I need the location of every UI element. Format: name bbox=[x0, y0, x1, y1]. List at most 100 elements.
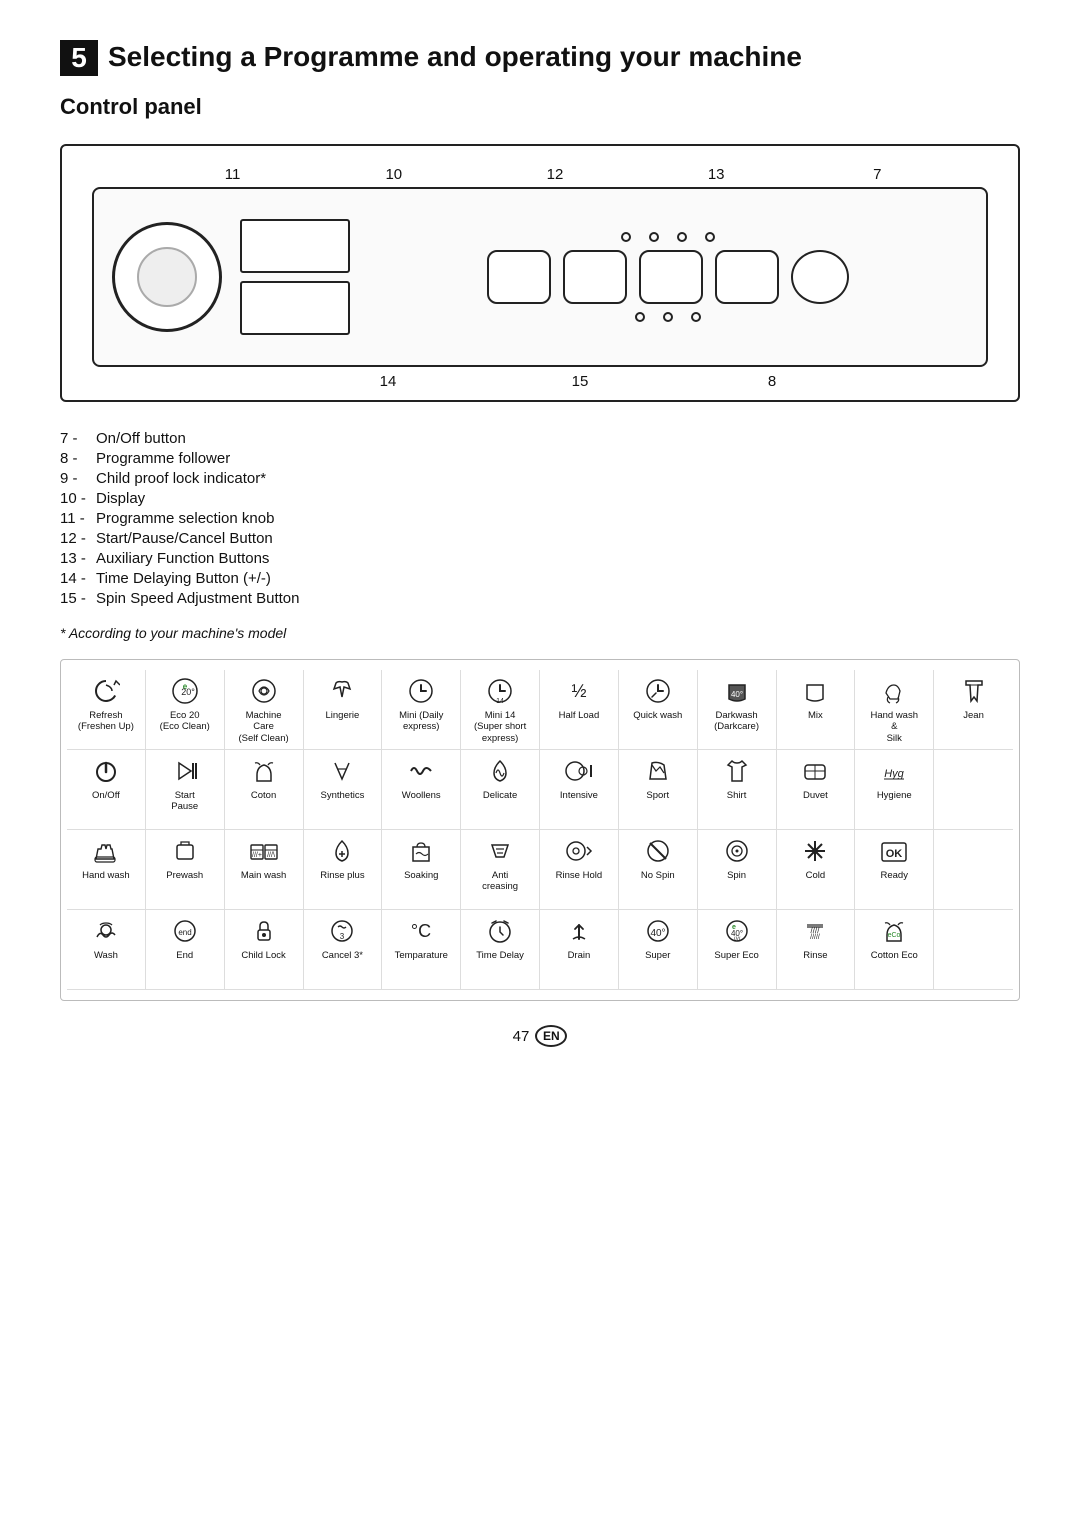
footer: 47 EN bbox=[60, 1025, 1020, 1047]
symbol-spin: Spin bbox=[698, 830, 777, 910]
control-panel-diagram: 11 10 12 13 7 bbox=[60, 144, 1020, 402]
symbol-time-delay: Time Delay bbox=[461, 910, 540, 990]
svg-text:40°: 40° bbox=[731, 690, 743, 699]
symbol-quick-wash: Quick wash bbox=[619, 670, 698, 750]
symbols-row-4: Wash end End Child Lock 3 Cancel 3* °C T… bbox=[67, 910, 1013, 990]
display-area bbox=[240, 219, 350, 335]
symbol-rinse-hold: Rinse Hold bbox=[540, 830, 619, 910]
chapter-title: Selecting a Programme and operating your… bbox=[108, 40, 802, 74]
display-top bbox=[240, 219, 350, 273]
symbols-row-2: On/Off StartPause Coton Synthetics Wooll bbox=[67, 750, 1013, 830]
symbol-anti-crease: Anticreasing bbox=[461, 830, 540, 910]
symbol-coton: Coton bbox=[225, 750, 304, 830]
button-group-right bbox=[368, 232, 968, 322]
legend-item-11: 11 -Programme selection knob bbox=[60, 510, 1020, 527]
symbol-rinse: ///////// Rinse bbox=[777, 910, 856, 990]
svg-text://///: ///// bbox=[811, 934, 821, 941]
symbol-empty-r4 bbox=[934, 910, 1013, 990]
symbol-half-load: ½ Half Load bbox=[540, 670, 619, 750]
svg-text:OK: OK bbox=[886, 848, 903, 860]
svg-text:///\: ///\ bbox=[267, 852, 275, 859]
symbol-sport: Sport bbox=[619, 750, 698, 830]
label-8: 8 bbox=[752, 373, 792, 390]
dot-row-top bbox=[621, 232, 715, 242]
symbol-machine-care: MachineCare(Self Clean) bbox=[225, 670, 304, 750]
symbol-woollens: Woollens bbox=[382, 750, 461, 830]
svg-text:////: //// bbox=[733, 937, 740, 943]
diagram-labels-top: 11 10 12 13 7 bbox=[92, 166, 988, 183]
legend-list: 7 -On/Off button 8 -Programme follower 9… bbox=[60, 430, 1020, 607]
label-10: 10 bbox=[374, 166, 414, 183]
label-13: 13 bbox=[696, 166, 736, 183]
svg-text:Hyg: Hyg bbox=[884, 768, 904, 780]
symbol-jean: Jean bbox=[934, 670, 1013, 750]
symbol-mini14: 14 Mini 14(Super shortexpress) bbox=[461, 670, 540, 750]
symbol-on-off: On/Off bbox=[67, 750, 146, 830]
note-text: * According to your machine's model bbox=[60, 625, 1020, 641]
symbol-soaking: Soaking bbox=[382, 830, 461, 910]
page-number: 47 bbox=[513, 1028, 530, 1045]
svg-text:3: 3 bbox=[340, 932, 345, 941]
symbol-empty-r3 bbox=[934, 830, 1013, 910]
symbol-temperature: °C Temparature bbox=[382, 910, 461, 990]
symbols-row-1: Refresh(Freshen Up) e20° Eco 20(Eco Clea… bbox=[67, 670, 1013, 750]
svg-text:°C: °C bbox=[411, 921, 431, 941]
dot-4 bbox=[705, 232, 715, 242]
svg-text:end: end bbox=[178, 928, 191, 937]
dot-3 bbox=[677, 232, 687, 242]
svg-text:14: 14 bbox=[496, 698, 504, 705]
symbol-empty-r2 bbox=[934, 750, 1013, 830]
on-off-button bbox=[791, 250, 849, 304]
programme-knob bbox=[112, 222, 222, 332]
knob-inner bbox=[137, 247, 197, 307]
label-14: 14 bbox=[368, 373, 408, 390]
symbol-child-lock: Child Lock bbox=[225, 910, 304, 990]
section-title: Control panel bbox=[60, 94, 1020, 120]
symbol-cold: Cold bbox=[777, 830, 856, 910]
legend-item-7: 7 -On/Off button bbox=[60, 430, 1020, 447]
symbol-delicate: Delicate bbox=[461, 750, 540, 830]
symbols-container: Refresh(Freshen Up) e20° Eco 20(Eco Clea… bbox=[60, 659, 1020, 1001]
language-badge: EN bbox=[535, 1025, 567, 1047]
label-11: 11 bbox=[213, 166, 253, 183]
aux-button-1 bbox=[563, 250, 627, 304]
svg-text:40°: 40° bbox=[650, 928, 665, 939]
symbol-mini-daily: Mini (Dailyexpress) bbox=[382, 670, 461, 750]
dot-2 bbox=[649, 232, 659, 242]
symbol-cotton-eco: eCo Cotton Eco bbox=[855, 910, 934, 990]
dot-1 bbox=[621, 232, 631, 242]
symbol-super-eco: e40°//// Super Eco bbox=[698, 910, 777, 990]
symbol-lingerie: Lingerie bbox=[304, 670, 383, 750]
start-pause-button bbox=[487, 250, 551, 304]
legend-item-9: 9 -Child proof lock indicator* bbox=[60, 470, 1020, 487]
dot-row-bottom bbox=[635, 312, 701, 322]
symbol-hygiene: Hyg Hygiene bbox=[855, 750, 934, 830]
display-bottom bbox=[240, 281, 350, 335]
legend-item-10: 10 -Display bbox=[60, 490, 1020, 507]
svg-text:½: ½ bbox=[571, 681, 586, 701]
symbol-ready: OK Ready bbox=[855, 830, 934, 910]
legend-item-8: 8 -Programme follower bbox=[60, 450, 1020, 467]
legend-item-13: 13 -Auxiliary Function Buttons bbox=[60, 550, 1020, 567]
symbol-no-spin: No Spin bbox=[619, 830, 698, 910]
symbol-shirt: Shirt bbox=[698, 750, 777, 830]
main-buttons-row bbox=[487, 250, 849, 304]
dot-b2 bbox=[663, 312, 673, 322]
symbol-mix: Mix bbox=[777, 670, 856, 750]
diagram-labels-bottom: 14 15 8 bbox=[92, 373, 988, 390]
label-15: 15 bbox=[560, 373, 600, 390]
symbol-start-pause: StartPause bbox=[146, 750, 225, 830]
symbol-hand-wash2: Hand wash bbox=[67, 830, 146, 910]
aux-button-2 bbox=[639, 250, 703, 304]
chapter-header: 5 Selecting a Programme and operating yo… bbox=[60, 40, 1020, 76]
dot-b1 bbox=[635, 312, 645, 322]
symbol-wash: Wash bbox=[67, 910, 146, 990]
symbol-refresh: Refresh(Freshen Up) bbox=[67, 670, 146, 750]
svg-text:///+: ///+ bbox=[252, 852, 262, 859]
aux-button-3 bbox=[715, 250, 779, 304]
symbol-end: end End bbox=[146, 910, 225, 990]
symbol-duvet: Duvet bbox=[777, 750, 856, 830]
label-7: 7 bbox=[857, 166, 897, 183]
label-12: 12 bbox=[535, 166, 575, 183]
symbol-eco20: e20° Eco 20(Eco Clean) bbox=[146, 670, 225, 750]
